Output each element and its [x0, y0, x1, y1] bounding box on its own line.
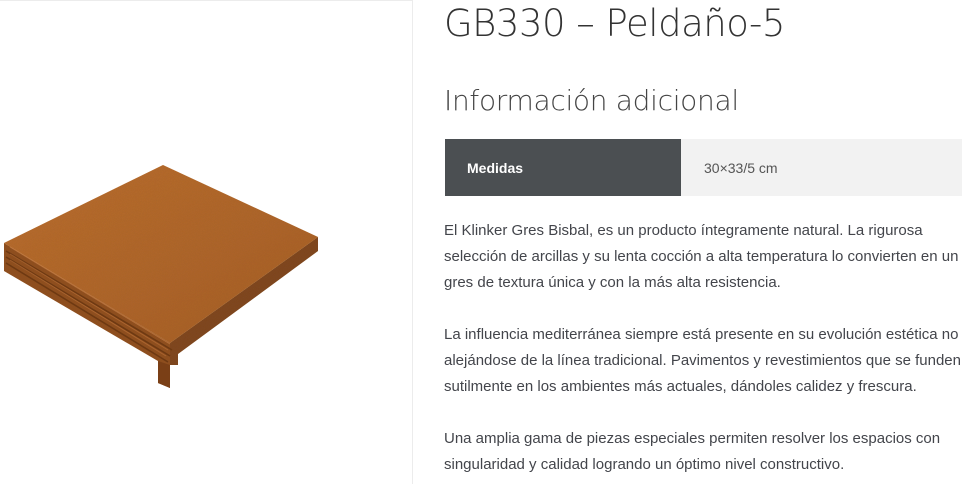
attribute-value: 30×33/5 cm: [681, 139, 962, 196]
product-summary: GB330 – Peldaño-5 Información adicional …: [444, 0, 962, 484]
attributes-table: Medidas 30×33/5 cm: [445, 139, 962, 196]
attribute-label: Medidas: [445, 139, 681, 196]
attribute-row-medidas: Medidas 30×33/5 cm: [445, 139, 962, 196]
product-image[interactable]: [0, 151, 330, 401]
product-description: El Klinker Gres Bisbal, es un producto í…: [444, 218, 962, 484]
product-page: GB330 – Peldaño-5 Información adicional …: [0, 0, 962, 484]
description-paragraph: El Klinker Gres Bisbal, es un producto í…: [444, 222, 959, 291]
product-gallery[interactable]: [0, 0, 413, 484]
description-paragraph: Una amplia gama de piezas especiales per…: [444, 430, 941, 473]
additional-info-heading: Información adicional: [444, 84, 739, 117]
product-title: GB330 – Peldaño-5: [444, 2, 785, 45]
description-paragraph: La influencia mediterránea siempre está …: [444, 326, 961, 395]
